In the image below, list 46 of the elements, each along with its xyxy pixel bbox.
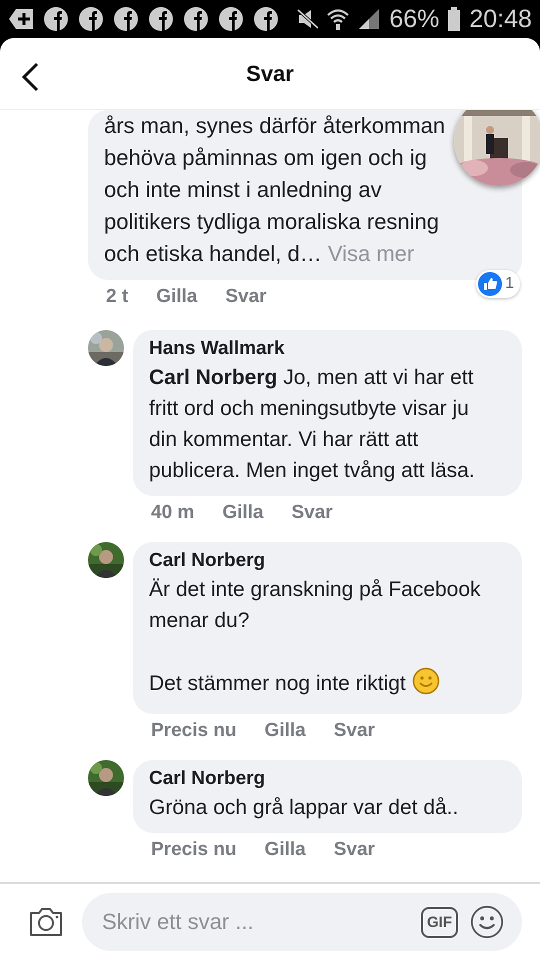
facebook-icon	[112, 6, 139, 32]
comment-text: och etiska handel, d… Visa mer	[104, 240, 416, 268]
author-name[interactable]: Carl Norberg	[149, 768, 482, 790]
facebook-icon	[148, 6, 174, 32]
reply-link[interactable]: Svar	[292, 502, 333, 524]
facebook-icon	[252, 6, 278, 32]
comment-time: 2 t	[106, 286, 128, 308]
battery-percentage: 66%	[389, 4, 440, 34]
facebook-icon	[218, 6, 244, 32]
wifi-icon	[327, 8, 350, 30]
reply-link[interactable]: Svar	[334, 720, 375, 742]
smiley-icon	[412, 667, 440, 695]
facebook-icon	[182, 6, 209, 32]
comment-text: behöva påminnas om igen och ig	[104, 144, 428, 172]
facebook-icon	[78, 6, 104, 32]
reply-link[interactable]: Svar	[334, 839, 375, 861]
reply-field[interactable]: Skriv ett svar ... GIF	[82, 893, 522, 951]
notification-icon	[8, 8, 34, 30]
emoji-icon[interactable]	[470, 905, 504, 939]
like-link[interactable]: Gilla	[264, 839, 306, 861]
facebook-icon	[42, 6, 69, 32]
reply-link[interactable]: Svar	[225, 286, 267, 308]
camera-icon[interactable]	[28, 906, 64, 938]
like-link[interactable]: Gilla	[264, 720, 306, 742]
see-more-link[interactable]: Visa mer	[328, 241, 414, 266]
comment-time: 40 m	[151, 502, 194, 524]
thumbs-up-icon	[478, 272, 502, 296]
gif-button[interactable]: GIF	[421, 906, 458, 938]
page-title: Svar	[246, 60, 294, 86]
clock-time: 20:48	[469, 4, 532, 34]
comment-text: Carl Norberg Jo, men att vi har ett fritt ord och meningsutbyte visar ju din kommentar. Vi har rätt att publicera. Men inget tvång att läsa.	[149, 365, 476, 484]
author-name[interactable]: Carl Norberg	[149, 550, 482, 572]
like-link[interactable]: Gilla	[156, 286, 198, 308]
comment-text: års man, synes därför återkomman	[104, 112, 446, 140]
author-name[interactable]: Hans Wallmark	[149, 338, 482, 360]
comment-text: Är det inte granskning på Facebook menar du? Det stämmer nog inte riktigt	[149, 577, 482, 697]
comment-text: och inte minst i anledning av	[104, 176, 383, 204]
comment-text: politikers tydliga moraliska resning	[104, 208, 440, 236]
comment-time: Precis nu	[151, 839, 237, 861]
comment-time: Precis nu	[151, 720, 237, 742]
reaction-badge[interactable]: 1	[476, 270, 520, 298]
signal-icon	[358, 8, 380, 30]
battery-icon	[448, 7, 460, 31]
like-link[interactable]: Gilla	[222, 502, 264, 524]
comment-text: Gröna och grå lappar var det då..	[149, 795, 460, 821]
mute-icon	[296, 8, 318, 30]
